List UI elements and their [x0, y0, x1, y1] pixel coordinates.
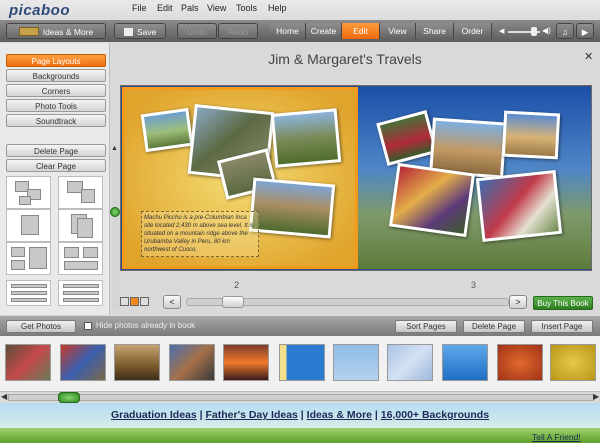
tray-scrollbar-thumb[interactable]	[58, 392, 80, 403]
buy-this-book-button[interactable]: Buy This Book	[533, 296, 593, 310]
tray-photo[interactable]	[223, 344, 269, 381]
nav-view[interactable]: View	[380, 23, 416, 39]
redo-button[interactable]: Redo	[218, 23, 258, 39]
volume-down-icon[interactable]: ◀	[499, 27, 504, 35]
ideas-and-more-button[interactable]: Ideas & More	[6, 23, 106, 39]
menu-view[interactable]: View	[207, 3, 226, 13]
tray-background[interactable]	[550, 344, 596, 381]
menu-tools[interactable]: Tools	[236, 3, 257, 13]
volume-up-icon[interactable]: ◀)	[542, 26, 551, 35]
tab-page-layouts[interactable]: Page Layouts	[6, 54, 106, 67]
link-ideas-more[interactable]: Ideas & More	[307, 409, 372, 421]
menu-pals[interactable]: Pals	[181, 3, 199, 13]
link-graduation-ideas[interactable]: Graduation Ideas	[111, 409, 197, 421]
layout-thumb[interactable]	[6, 242, 51, 275]
tray-photo[interactable]	[5, 344, 51, 381]
printer-icon	[123, 28, 133, 36]
layout-thumb[interactable]	[58, 242, 103, 275]
view-mode-icons	[120, 297, 150, 308]
chevron-up-icon[interactable]: ▲	[111, 145, 118, 152]
delete-page-button[interactable]: Delete Page	[6, 144, 106, 157]
tab-corners[interactable]: Corners	[6, 84, 106, 97]
tray-background[interactable]	[497, 344, 543, 381]
delete-page-tray-button[interactable]: Delete Page	[463, 320, 525, 333]
undo-button[interactable]: Undo	[177, 23, 217, 39]
music-icon[interactable]: ♫	[556, 23, 574, 39]
photo-people[interactable]	[388, 162, 476, 238]
photo-caption[interactable]: Machu Picchu is a pre-Columbian Inca sit…	[141, 211, 259, 258]
layout-thumb[interactable]	[58, 176, 103, 209]
menu-help[interactable]: Help	[268, 3, 287, 13]
tray-background[interactable]	[333, 344, 379, 381]
nav-edit[interactable]: Edit	[342, 23, 380, 39]
layout-thumb[interactable]	[58, 209, 103, 242]
tray-background[interactable]	[442, 344, 488, 381]
save-label: Save	[136, 27, 157, 37]
insert-page-button[interactable]: Insert Page	[531, 320, 593, 333]
close-icon[interactable]: ✕	[584, 50, 593, 63]
tab-photo-tools[interactable]: Photo Tools	[6, 99, 106, 112]
book-title: Jim & Margaret's Travels	[268, 51, 422, 67]
spread-view-icon[interactable]	[130, 297, 139, 306]
layout-thumb[interactable]	[58, 280, 103, 306]
link-backgrounds[interactable]: 16,000+ Backgrounds	[381, 409, 489, 421]
tray-background[interactable]	[387, 344, 433, 381]
photo-valley[interactable]	[248, 177, 336, 239]
clear-page-button[interactable]: Clear Page	[6, 159, 106, 172]
menu-file[interactable]: File	[132, 3, 147, 13]
nav-share[interactable]: Share	[416, 23, 454, 39]
scroll-left-icon[interactable]: ◀	[1, 392, 7, 401]
zoom-slider-knob[interactable]	[110, 207, 120, 217]
right-page-number: 3	[471, 280, 477, 290]
page-scrollbar-thumb[interactable]	[222, 296, 244, 308]
hide-photos-label: Hide photos already in book	[96, 321, 196, 330]
footer-links: Graduation Ideas | Father's Day Ideas | …	[110, 409, 490, 421]
photo-stone-walls[interactable]	[270, 108, 342, 168]
link-fathers-day-ideas[interactable]: Father's Day Ideas	[206, 409, 298, 421]
get-photos-button[interactable]: Get Photos	[6, 320, 76, 333]
tray-photo[interactable]	[114, 344, 160, 381]
tab-backgrounds[interactable]: Backgrounds	[6, 69, 106, 82]
tab-soundtrack[interactable]: Soundtrack	[6, 114, 106, 127]
menu-edit[interactable]: Edit	[157, 3, 173, 13]
scroll-right-icon[interactable]: ▶	[593, 392, 599, 401]
tell-a-friend-link[interactable]: Tell A Friend!	[532, 432, 581, 442]
tray-scrollbar[interactable]	[8, 394, 594, 401]
save-button[interactable]: Save	[114, 23, 166, 39]
book-spread: Machu Picchu is a pre-Columbian Inca sit…	[120, 85, 592, 271]
tray-photo[interactable]	[60, 344, 106, 381]
grid-view-icon[interactable]	[140, 297, 149, 306]
ideas-label: Ideas & More	[42, 27, 94, 37]
hide-photos-checkbox[interactable]	[84, 322, 92, 330]
single-page-view-icon[interactable]	[120, 297, 129, 306]
photo-woman-with-llama[interactable]	[475, 169, 563, 243]
left-page-number: 2	[234, 280, 240, 290]
volume-knob[interactable]	[531, 27, 537, 36]
play-icon[interactable]: ▶	[576, 23, 594, 39]
sort-pages-button[interactable]: Sort Pages	[395, 320, 457, 333]
layout-thumb[interactable]	[6, 176, 51, 209]
previous-page-button[interactable]: <	[163, 295, 181, 309]
nav-home[interactable]: Home	[270, 23, 306, 39]
layout-thumb[interactable]	[6, 280, 51, 306]
photo-mountain-ruins[interactable]	[140, 107, 194, 153]
lightbulb-icon	[18, 27, 39, 36]
grass-decoration	[0, 428, 600, 443]
nav-order[interactable]: Order	[454, 23, 492, 39]
tray-background[interactable]	[279, 344, 325, 381]
nav-create[interactable]: Create	[306, 23, 342, 39]
layout-thumb[interactable]	[6, 209, 51, 242]
picaboo-logo: picaboo	[9, 2, 71, 19]
zoom-slider[interactable]	[112, 150, 119, 310]
photo-church-towers[interactable]	[501, 110, 561, 160]
tray-photo[interactable]	[169, 344, 215, 381]
next-page-button[interactable]: >	[509, 295, 527, 309]
